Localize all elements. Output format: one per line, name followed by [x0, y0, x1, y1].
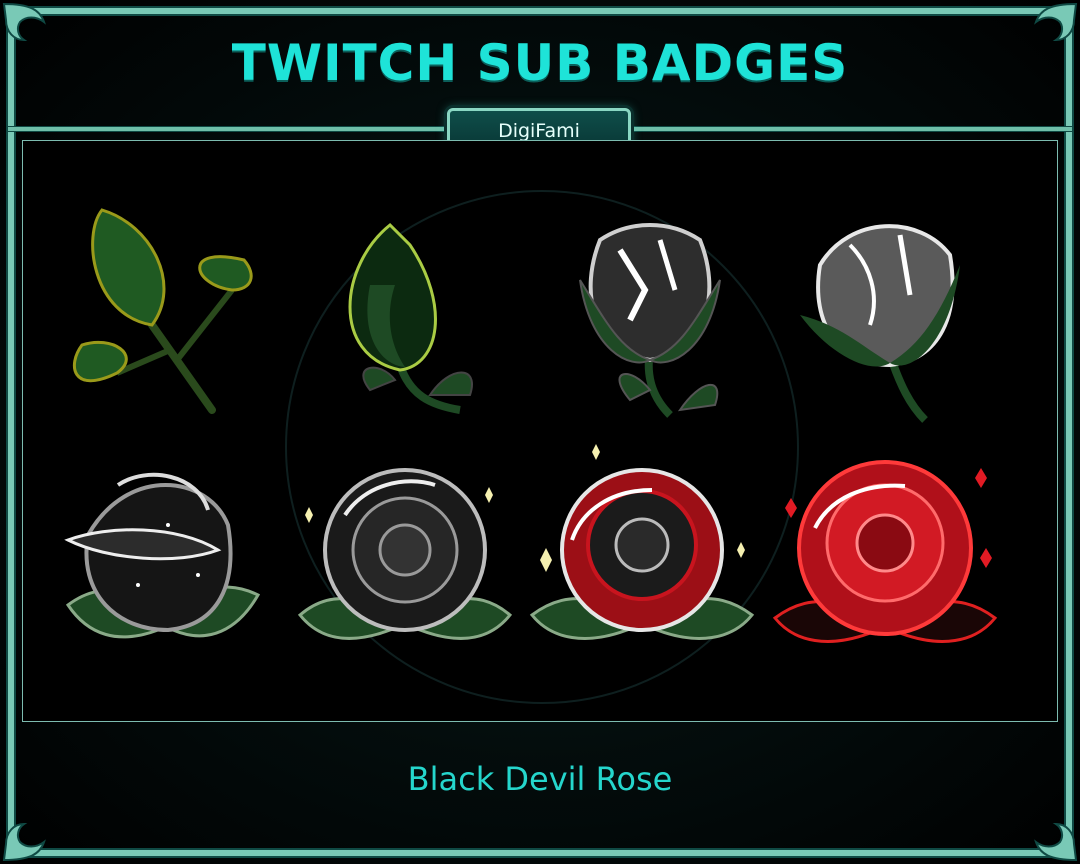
- red-rose-icon: [772, 460, 998, 643]
- black-rose-icon: [64, 472, 261, 639]
- badge-sheet-frame: TWITCH SUB BADGES DigiFami Black Devil R…: [0, 0, 1080, 864]
- rose-leaves-icon: [73, 208, 253, 414]
- corner-ornament-icon: [1010, 794, 1080, 864]
- corner-ornament-icon: [0, 794, 70, 864]
- green-rosebud-icon: [348, 222, 473, 414]
- badge-tier-6: [295, 455, 515, 695]
- black-rose-sparkle-icon: [297, 468, 513, 640]
- badge-tier-3: [550, 200, 770, 440]
- badge-tier-1: [62, 195, 282, 435]
- dark-rosebud-icon: [579, 223, 721, 418]
- page-title: TWITCH SUB BADGES: [231, 34, 849, 92]
- badge-tier-2: [310, 205, 530, 445]
- black-red-rose-icon: [529, 444, 755, 640]
- badge-tier-7: [529, 444, 755, 690]
- badge-set-caption: Black Devil Rose: [407, 760, 673, 798]
- badge-tier-5: [58, 455, 278, 695]
- badge-tier-4: [790, 205, 1010, 445]
- badge-tier-8: [772, 448, 998, 688]
- silver-rosebud-icon: [800, 224, 960, 423]
